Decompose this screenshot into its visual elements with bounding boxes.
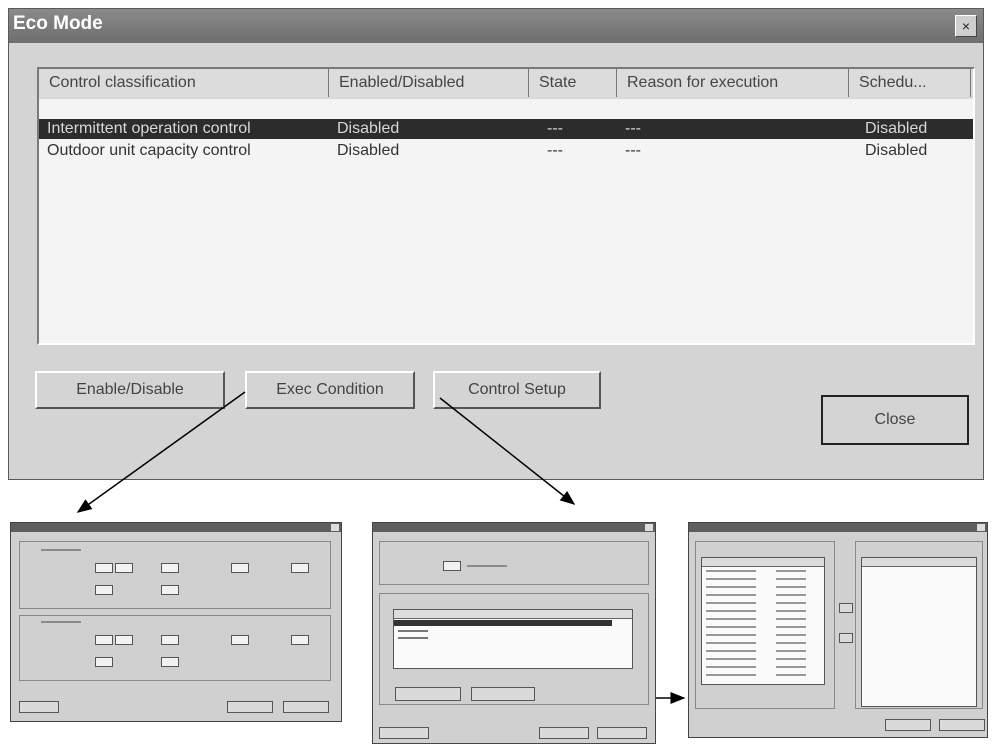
schedule-thumbnail [688, 522, 988, 738]
arrow-control-setup [439, 397, 576, 505]
close-icon [977, 524, 985, 531]
arrow-exec-condition [76, 391, 246, 513]
selected-list-thumbnail [861, 557, 977, 707]
group-box [19, 541, 331, 609]
thumbnail-title-bar [689, 523, 987, 532]
thumbnail-title-bar [373, 523, 655, 532]
group-box [19, 615, 331, 681]
exec-condition-thumbnail [10, 522, 342, 722]
thumbnail-title-bar [11, 523, 341, 532]
close-icon [331, 524, 339, 531]
pattern-list-thumbnail [701, 557, 825, 685]
group-box [379, 541, 649, 585]
close-icon [645, 524, 653, 531]
control-setup-thumbnail [372, 522, 656, 744]
schedule-list-thumbnail [393, 609, 633, 669]
